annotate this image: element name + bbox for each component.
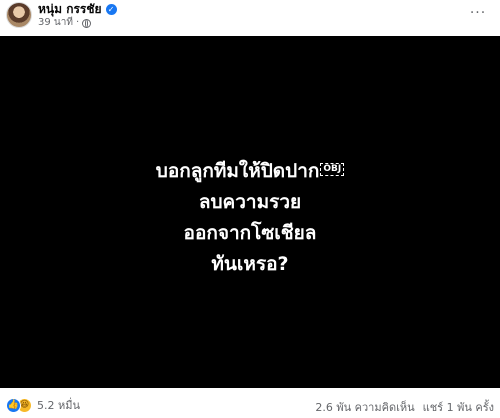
post-meta: 39 นาที · xyxy=(38,17,92,29)
author-name[interactable]: หนุ่ม กรรชัย xyxy=(38,2,102,16)
post-timestamp[interactable]: 39 นาที xyxy=(38,17,73,29)
author-row: หนุ่ม กรรชัย ✓ xyxy=(38,2,117,16)
more-options-button[interactable]: ··· xyxy=(466,4,490,24)
like-icon: 👍 xyxy=(6,397,21,413)
avatar[interactable] xyxy=(6,2,32,28)
globe-icon xyxy=(82,18,92,28)
media-text: บอกลูกทีมให้ปิดปาก OBJ ลบความรวย ออกจากโซ… xyxy=(0,156,500,280)
reactions-summary[interactable]: 👍 😆 5.2 หมื่น xyxy=(6,396,80,414)
media-line-4: ทันเหรอ? xyxy=(211,253,289,275)
engagement-stats: 2.6 พัน ความคิดเห็น แชร์ 1 พัน ครั้ง xyxy=(315,398,494,416)
media-line-3: ออกจากโซเชียล xyxy=(183,222,317,244)
post-media[interactable]: บอกลูกทีมให้ปิดปาก OBJ ลบความรวย ออกจากโซ… xyxy=(0,36,500,388)
media-line-2: ลบความรวย xyxy=(198,191,302,213)
reaction-count[interactable]: 5.2 หมื่น xyxy=(37,396,80,414)
meta-separator: · xyxy=(75,17,80,28)
media-line-1: บอกลูกทีมให้ปิดปาก OBJ xyxy=(0,156,500,187)
verified-icon: ✓ xyxy=(105,3,117,15)
comment-count[interactable]: 2.6 พัน ความคิดเห็น xyxy=(315,398,414,416)
share-count[interactable]: แชร์ 1 พัน ครั้ง xyxy=(423,398,494,416)
post-header: หนุ่ม กรรชัย ✓ 39 นาที · ··· xyxy=(0,0,500,36)
object-placeholder: OBJ xyxy=(320,163,345,176)
post-footer: 👍 😆 5.2 หมื่น 2.6 พัน ความคิดเห็น แชร์ 1… xyxy=(0,388,500,418)
media-line-1-text: บอกลูกทีมให้ปิดปาก xyxy=(155,160,320,182)
